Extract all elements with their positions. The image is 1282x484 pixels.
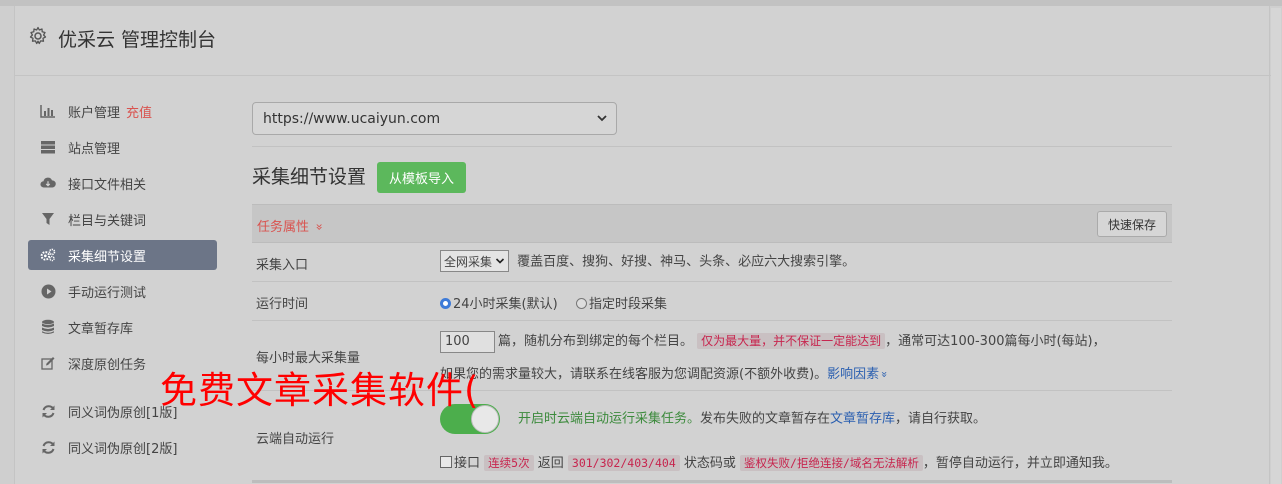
row-label: 云端自动运行 [256,432,335,447]
sidebar-item-label: 深度原创任务 [68,357,147,373]
sidebar-item-account[interactable]: 账户管理 充值 [28,96,217,126]
sidebar-item-manual-test[interactable]: 手动运行测试 [28,276,217,306]
max-text-1: 篇，随机分布到绑定的每个栏目。 [498,334,694,349]
header: 优采云 管理控制台 [15,6,1271,76]
sidebar-item-label: 文章暂存库 [68,321,134,337]
radio-scheduled[interactable] [575,298,587,309]
filter-icon [40,211,56,227]
entry-select-value: 全网采集 [444,254,493,269]
task-properties-toggle[interactable]: 任务属性 » [257,216,327,235]
database-icon [40,319,56,335]
sidebar-item-interface[interactable]: 接口文件相关 [28,168,217,198]
sidebar-item-article-storage[interactable]: 文章暂存库 [28,312,217,342]
refresh-icon [40,403,56,419]
influence-factors-label: 影响因素 [827,367,880,382]
row-content: 开启时云端自动运行采集任务。发布失败的文章暂存在文章暂存库，请自行获取。 [440,404,986,434]
bottom-divider [252,480,1172,483]
code-consecutive: 连续5次 [484,455,534,471]
page-title: 优采云 管理控制台 [58,29,217,51]
chevron-down-icon [597,115,607,122]
cloud-text-4: 状态码或 [683,456,736,471]
code-status: 301/302/403/404 [567,455,680,471]
code-errors: 鉴权失败/拒绝连接/域名无法解析 [740,455,923,471]
radio-24h-label: 24小时采集(默认) [453,297,558,312]
scrollbar[interactable] [1271,8,1281,484]
checkbox-label: 接口 [454,456,481,471]
sidebar-item-label: 手动运行测试 [68,285,147,301]
divider [252,146,1172,147]
chevron-double-down-icon: » [878,371,892,378]
task-properties-bar: 任务属性 » 快速保存 [252,204,1172,243]
section-title: 采集细节设置 [252,166,367,188]
sidebar-item-label: 采集细节设置 [68,249,147,265]
cloud-text-3: 返回 [537,456,564,471]
radio-scheduled-label: 指定时段采集 [588,297,667,312]
cloud-download-icon [40,175,56,191]
watermark-text: 免费文章采集软件( [160,369,480,412]
sidebar-item-collect-settings[interactable]: 采集细节设置 [28,240,217,270]
bar-chart-icon [40,103,56,119]
sidebar-item-label: 栏目与关键词 [68,213,147,229]
row-runtime: 运行时间 24小时采集(默认) 指定时段采集 [252,282,1172,321]
cloud-text-2: ，请自行获取。 [895,411,987,427]
row-content-line2: 如果您的需求量较大，请联系在线客服为您调配资源(不额外收费)。影响因素» [440,363,892,382]
radio-24h[interactable] [440,298,451,309]
entry-select[interactable]: 全网采集 [440,250,510,272]
notify-checkbox[interactable] [440,456,452,468]
article-storage-link[interactable]: 文章暂存库 [830,412,895,427]
sidebar-item-label: 账户管理 [68,105,121,121]
recharge-link[interactable]: 充值 [126,102,152,121]
influence-factors-link[interactable]: 影响因素» [827,367,892,382]
site-select[interactable]: https://www.ucaiyun.com [252,102,617,135]
chevron-double-down-icon: » [312,223,327,231]
gear-icon [29,26,47,45]
sidebar-item-columns[interactable]: 栏目与关键词 [28,204,217,234]
sidebar-item-label: 接口文件相关 [68,177,147,193]
row-content: 全网采集 覆盖百度、搜狗、好搜、神马、头条、必应六大搜索引擎。 [440,250,855,272]
import-template-button[interactable]: 从模板导入 [377,162,467,193]
cloud-green-text: 开启时云端自动运行采集任务。 [518,411,701,427]
row-content-line2: 接口 连续5次 返回 301/302/403/404 状态码或 鉴权失败/拒绝连… [440,452,1118,471]
max-text-3: 如果您的需求量较大，请联系在线客服为您调配资源(不额外收费)。 [440,367,828,382]
row-content: 24小时采集(默认) 指定时段采集 [440,293,667,312]
row-entry: 采集入口 全网采集 覆盖百度、搜狗、好搜、神马、头条、必应六大搜索引擎。 [252,243,1172,282]
row-content: 100 篇，随机分布到绑定的每个栏目。 仅为最大量，并不保证一定能达到 ，通常可达1… [440,330,1106,353]
site-select-value: https://www.ucaiyun.com [263,110,441,127]
sidebar-item-synonym-v2[interactable]: 同义词伪原创[2版] [28,432,217,462]
max-text-2: ，通常可达100-300篇每小时(每站)， [885,334,1106,349]
cloud-text-5: ，暂停自动运行，并立即通知我。 [922,456,1118,471]
play-circle-icon [40,283,56,299]
sidebar-item-label: 同义词伪原创[2版] [68,441,178,457]
entry-description: 覆盖百度、搜狗、好搜、神马、头条、必应六大搜索引擎。 [517,254,856,270]
max-per-hour-input[interactable]: 100 [440,330,495,353]
edit-icon [40,355,56,371]
row-label: 运行时间 [256,297,309,312]
sidebar-item-sites[interactable]: 站点管理 [28,132,217,162]
quick-save-button[interactable]: 快速保存 [1096,211,1167,237]
chevron-down-icon [495,258,505,264]
sidebar-item-label: 站点管理 [68,141,121,157]
cogs-icon [40,247,56,263]
server-icon [40,139,56,155]
task-properties-label: 任务属性 [257,220,310,235]
row-label: 采集入口 [256,258,309,273]
cloud-text-1: 发布失败的文章暂存在 [700,411,831,427]
refresh-icon [40,439,56,455]
max-warning: 仅为最大量，并不保证一定能达到 [697,333,886,349]
